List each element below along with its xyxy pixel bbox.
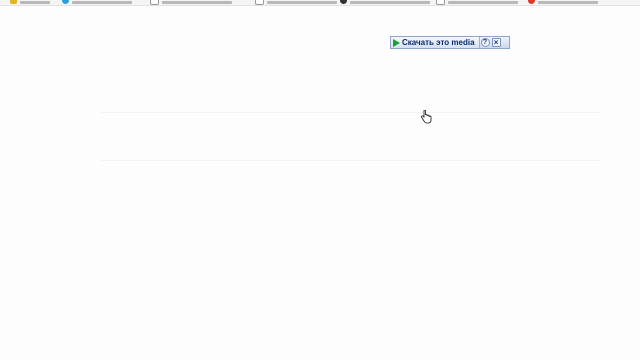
page-icon [150, 0, 159, 5]
page-icon [436, 0, 445, 5]
browser-viewport: Скачать это media ? × [0, 0, 640, 360]
page-divider [100, 112, 600, 113]
bookmark-item[interactable] [10, 0, 50, 5]
download-media-label: Скачать это media [402, 38, 475, 47]
site-icon [62, 0, 69, 4]
help-icon[interactable]: ? [480, 38, 490, 47]
bookmark-item[interactable] [255, 0, 337, 5]
close-icon[interactable]: × [491, 38, 501, 47]
bookmark-item[interactable] [436, 0, 518, 5]
bookmark-item[interactable] [150, 0, 232, 5]
folder-icon [10, 0, 17, 4]
site-icon [528, 0, 535, 4]
page-icon [255, 0, 264, 5]
hand-cursor-icon [421, 110, 432, 124]
bookmark-item[interactable] [528, 0, 598, 5]
bookmark-item[interactable] [62, 0, 132, 5]
bookmark-item[interactable] [340, 0, 430, 5]
play-icon [393, 38, 400, 47]
page-divider [100, 160, 600, 161]
download-media-toolbar: Скачать это media ? × [390, 36, 510, 49]
download-media-button[interactable]: Скачать это media [391, 37, 480, 48]
site-icon [340, 0, 347, 4]
bookmarks-bar [0, 0, 640, 6]
